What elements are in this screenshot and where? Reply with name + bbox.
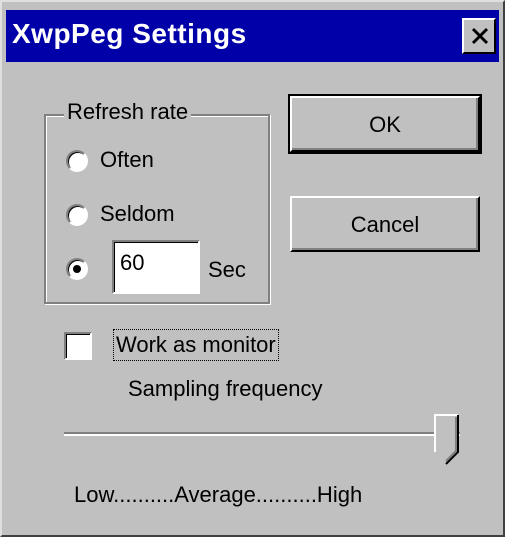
settings-dialog: XwpPeg Settings Refresh rate Often Seldo… <box>0 0 505 537</box>
close-icon <box>471 27 489 45</box>
refresh-seconds-input[interactable]: 60 <box>112 240 200 294</box>
radio-custom[interactable] <box>66 258 88 280</box>
window-title: XwpPeg Settings <box>12 18 247 49</box>
sampling-slider-thumb[interactable] <box>434 414 460 466</box>
cancel-button-label: Cancel <box>350 212 420 237</box>
cancel-button[interactable]: Cancel <box>290 196 480 252</box>
ok-button[interactable]: OK <box>288 94 482 154</box>
radio-often[interactable] <box>66 150 88 172</box>
refresh-rate-label: Refresh rate <box>64 99 192 125</box>
radio-seldom[interactable] <box>66 204 88 226</box>
sampling-frequency-label: Sampling frequency <box>128 376 323 401</box>
radio-selected-dot <box>73 265 81 273</box>
radio-seldom-label[interactable]: Seldom <box>100 201 175 227</box>
slider-scale-label: Low..........Average..........High <box>74 482 363 507</box>
work-as-monitor-label[interactable]: Work as monitor <box>113 329 279 361</box>
seconds-unit-label: Sec <box>208 257 246 282</box>
close-button[interactable] <box>462 18 496 54</box>
sampling-slider-track[interactable] <box>64 432 460 436</box>
work-as-monitor-checkbox[interactable] <box>64 332 92 360</box>
radio-often-label[interactable]: Often <box>100 147 154 173</box>
ok-button-label: OK <box>369 112 401 137</box>
title-bar[interactable]: XwpPeg Settings <box>6 10 499 62</box>
